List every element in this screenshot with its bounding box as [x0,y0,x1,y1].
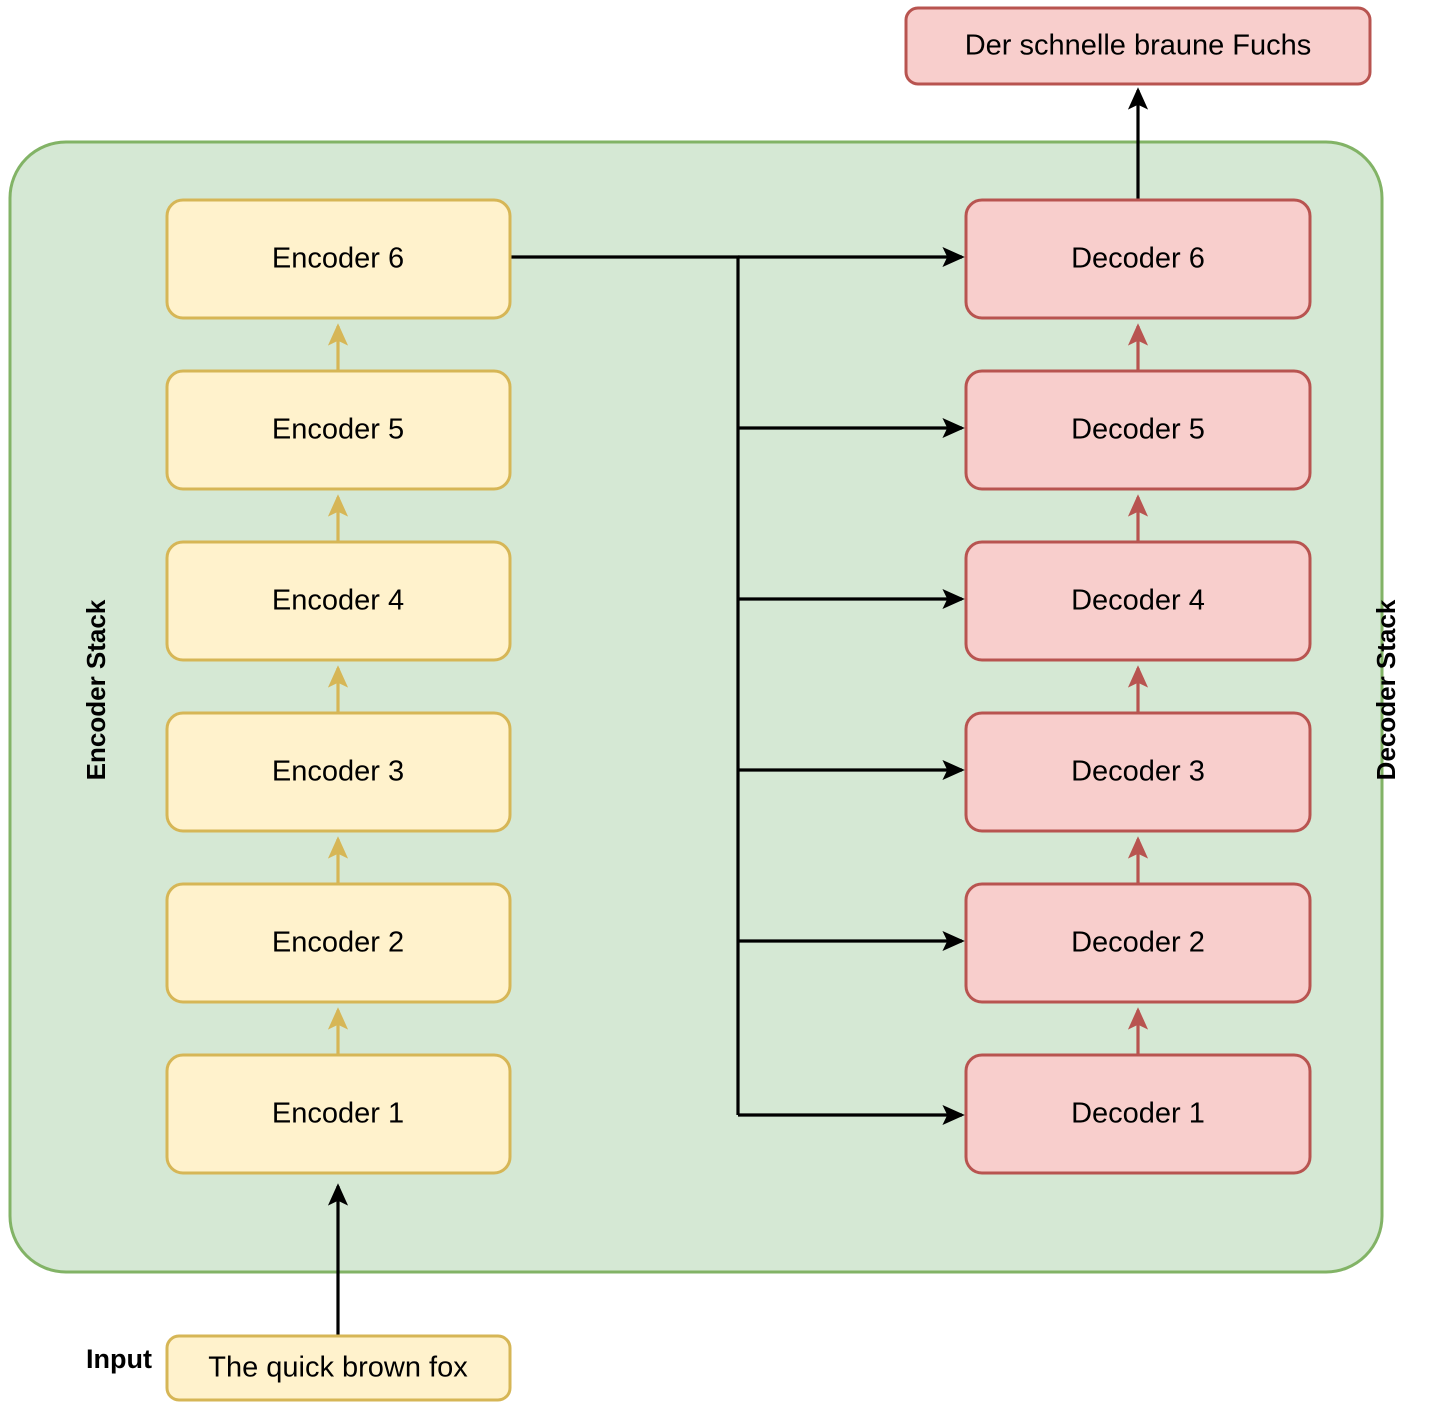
input-node-label: The quick brown fox [208,1352,468,1384]
node-encoder-5[interactable]: Encoder 5 [165,369,512,491]
node-encoder-4-label: Encoder 4 [272,585,404,617]
node-encoder-6-label: Encoder 6 [272,243,404,275]
diagram-canvas: Der schnelle braune Fuchs Encoder Stack … [0,0,1456,1402]
node-decoder-4-label: Decoder 4 [1071,585,1205,617]
node-encoder-3[interactable]: Encoder 3 [165,711,512,833]
node-encoder-5-label: Encoder 5 [272,414,404,446]
node-encoder-1-label: Encoder 1 [272,1098,404,1130]
node-decoder-2[interactable]: Decoder 2 [964,882,1312,1004]
node-decoder-6[interactable]: Decoder 6 [964,198,1312,320]
encoder-decoder-diagram: Der schnelle braune Fuchs Encoder Stack … [8,6,1401,1402]
node-decoder-1-label: Decoder 1 [1071,1098,1205,1130]
node-encoder-3-label: Encoder 3 [272,756,404,788]
node-encoder-6[interactable]: Encoder 6 [165,198,512,320]
input-group: Input The quick brown fox [86,1334,512,1402]
output-node-label: Der schnelle braune Fuchs [965,30,1312,62]
node-decoder-1[interactable]: Decoder 1 [964,1053,1312,1175]
node-decoder-4[interactable]: Decoder 4 [964,540,1312,662]
node-encoder-4[interactable]: Encoder 4 [165,540,512,662]
node-decoder-6-label: Decoder 6 [1071,243,1205,275]
decoder-stack-label: Decoder Stack [1371,599,1401,780]
node-decoder-3[interactable]: Decoder 3 [964,711,1312,833]
output-node[interactable]: Der schnelle braune Fuchs [904,6,1372,86]
node-decoder-5-label: Decoder 5 [1071,414,1205,446]
node-decoder-3-label: Decoder 3 [1071,756,1205,788]
node-decoder-2-label: Decoder 2 [1071,927,1205,959]
encoder-stack-label: Encoder Stack [81,599,111,780]
node-decoder-5[interactable]: Decoder 5 [964,369,1312,491]
node-encoder-2[interactable]: Encoder 2 [165,882,512,1004]
input-node[interactable]: The quick brown fox [165,1334,512,1402]
node-encoder-1[interactable]: Encoder 1 [165,1053,512,1175]
input-caption: Input [86,1344,152,1374]
node-encoder-2-label: Encoder 2 [272,927,404,959]
